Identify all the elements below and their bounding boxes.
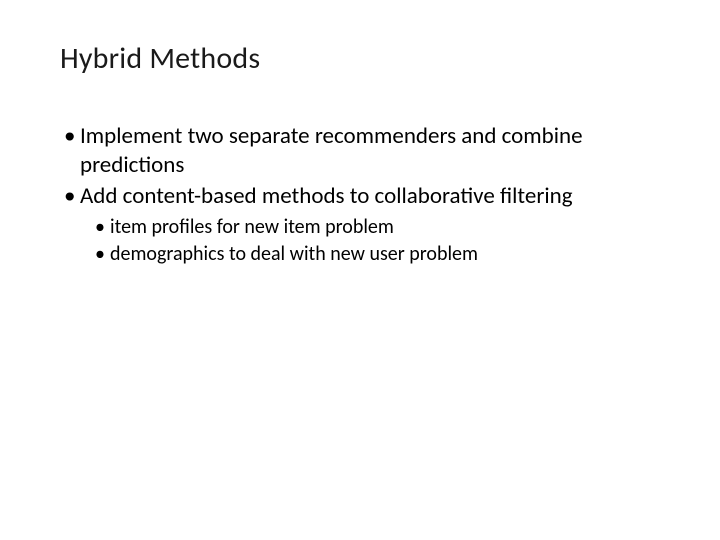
bullet-list: Implement two separate recommenders and … bbox=[60, 122, 660, 267]
list-item: Add content-based methods to collaborati… bbox=[60, 182, 660, 211]
list-item: demographics to deal with new user probl… bbox=[60, 242, 660, 267]
slide-title: Hybrid Methods bbox=[60, 40, 660, 77]
slide-container: Hybrid Methods Implement two separate re… bbox=[0, 0, 720, 540]
list-item: Implement two separate recommenders and … bbox=[60, 122, 660, 180]
list-item: item profiles for new item problem bbox=[60, 215, 660, 240]
